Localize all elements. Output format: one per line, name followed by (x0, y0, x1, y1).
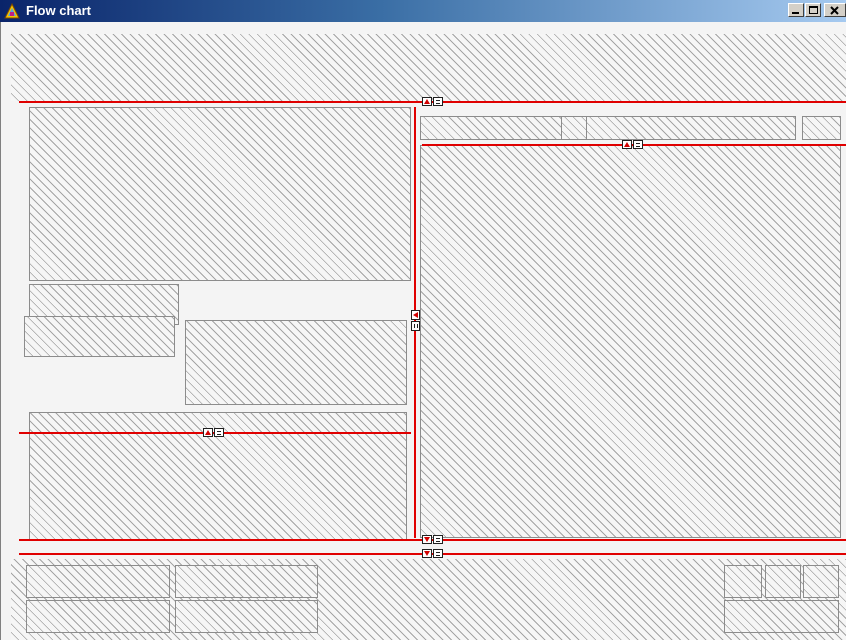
close-button[interactable] (824, 3, 846, 17)
grip-icon[interactable] (411, 321, 420, 331)
collapse-up-icon[interactable] (203, 428, 213, 437)
close-icon (830, 6, 839, 15)
grip-icon[interactable] (433, 549, 443, 558)
maximize-button[interactable] (805, 3, 821, 17)
right-header-cell-4[interactable] (802, 116, 841, 140)
flowchart-canvas[interactable] (0, 22, 846, 640)
minimize-icon (792, 12, 799, 14)
grip-icon[interactable] (433, 97, 443, 106)
bottom-cell-8[interactable] (724, 600, 839, 633)
bottom-cell-6[interactable] (765, 565, 801, 598)
bottom-cell-3[interactable] (26, 600, 170, 633)
bottom-splitter-2-handle[interactable] (422, 549, 444, 558)
collapse-left-icon[interactable] (411, 310, 420, 320)
grip-icon[interactable] (433, 535, 443, 544)
grip-icon[interactable] (214, 428, 224, 437)
bottom-cell-4[interactable] (175, 600, 318, 633)
collapse-up-icon[interactable] (422, 97, 432, 106)
bottom-cell-7[interactable] (803, 565, 839, 598)
bottom-cell-1[interactable] (26, 565, 170, 598)
right-header-cell-3[interactable] (586, 116, 796, 140)
grip-icon[interactable] (633, 140, 643, 149)
top-splitter-handle[interactable] (422, 97, 444, 106)
minimize-button[interactable] (788, 3, 804, 17)
vertical-splitter-handle[interactable] (411, 310, 420, 332)
right-main-panel[interactable] (420, 145, 841, 538)
bottom-cell-5[interactable] (724, 565, 762, 598)
collapse-down-icon[interactable] (422, 549, 432, 558)
window-title: Flow chart (26, 3, 92, 18)
title-bar[interactable]: Flow chart (0, 0, 846, 22)
bottom-cell-2[interactable] (175, 565, 318, 598)
flowchart-app-icon (4, 3, 20, 19)
left-lower-splitter-handle[interactable] (203, 428, 225, 437)
right-header-splitter-handle[interactable] (622, 140, 644, 149)
left-small-panel-2[interactable] (24, 316, 175, 357)
top-panel[interactable] (11, 34, 846, 101)
left-middle-panel[interactable] (185, 320, 407, 405)
right-header-cell-2[interactable] (561, 116, 587, 140)
bottom-splitter-1-handle[interactable] (422, 535, 444, 544)
left-upper-panel[interactable] (29, 107, 411, 281)
collapse-down-icon[interactable] (422, 535, 432, 544)
maximize-icon (809, 6, 818, 14)
collapse-up-icon[interactable] (622, 140, 632, 149)
right-header-cell-1[interactable] (420, 116, 562, 140)
